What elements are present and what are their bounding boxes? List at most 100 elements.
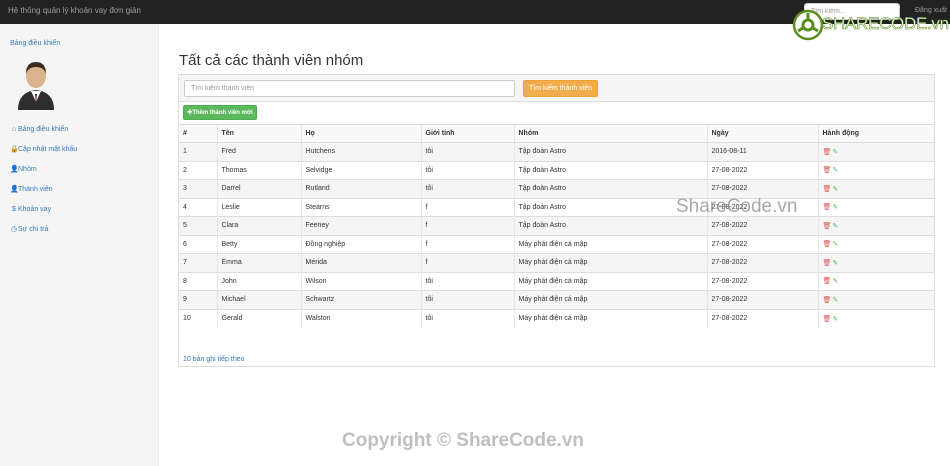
- table-row: 7 Emma Mérida f Máy phát điện cá mập 27-08-20…: [179, 253, 934, 272]
- cell-last-name: Đồng nghiệp: [300, 234, 421, 254]
- edit-icon[interactable]: ✎: [832, 259, 838, 267]
- sidebar-item-label: Cập nhật mật khẩu: [18, 145, 78, 153]
- sidebar-item-label: Khoản vay: [18, 205, 52, 213]
- cell-group: Máy phát điện cá mập: [513, 290, 707, 309]
- cell-first-name: Gerald: [216, 308, 301, 328]
- cell-first-name: Thomas: [216, 160, 301, 180]
- delete-icon[interactable]: 🗑: [823, 148, 832, 156]
- delete-icon[interactable]: 🗑: [823, 185, 832, 193]
- cell-actions: 🗑✎: [817, 253, 934, 272]
- edit-icon[interactable]: ✎: [832, 240, 838, 248]
- table-row: 10 Gerald Walston tôi Máy phát điện cá mập 27…: [179, 308, 934, 328]
- cell-group: Máy phát điện cá mập: [513, 234, 707, 254]
- cell-gender: tôi: [420, 290, 514, 309]
- sidebar: Bảng điều khiển ⌂ Bảng điều khiển 🔒 Cập nh…: [0, 24, 159, 466]
- app-brand-link[interactable]: Hệ thống quản lý khoản vay đơn giản: [8, 6, 141, 15]
- members-panel: Tìm kiếm thành viên ✚Thêm thành viên mới…: [178, 74, 935, 367]
- cell-last-name: Walston: [300, 308, 421, 328]
- cell-gender: f: [420, 197, 514, 217]
- delete-icon[interactable]: 🗑: [823, 222, 832, 230]
- cell-first-name: Darrel: [216, 179, 301, 198]
- cell-last-name: Stearns: [300, 197, 421, 217]
- member-search-input[interactable]: [184, 80, 515, 97]
- cell-number: 3: [179, 179, 217, 198]
- sidebar-item-password[interactable]: 🔒 Cập nhật mật khẩu: [10, 139, 77, 159]
- cell-date: 27-08-2022: [706, 234, 818, 254]
- edit-icon[interactable]: ✎: [832, 315, 838, 323]
- sidebar-menu: ⌂ Bảng điều khiển 🔒 Cập nhật mật khẩu 👤 Nhó…: [10, 119, 77, 239]
- column-header-group: Nhóm: [513, 124, 707, 143]
- cell-number: 4: [179, 197, 217, 217]
- table-row: 2 Thomas Selvidge tôi Tập đoàn Astro 27-08-20…: [179, 160, 934, 180]
- sidebar-item-loans[interactable]: $ Khoản vay: [10, 199, 77, 219]
- sidebar-item-label: Nhóm: [18, 165, 37, 173]
- search-members-button[interactable]: Tìm kiếm thành viên: [523, 80, 598, 97]
- cell-number: 8: [179, 271, 217, 291]
- column-header-number: #: [179, 124, 217, 143]
- delete-icon[interactable]: 🗑: [823, 166, 832, 174]
- cell-actions: 🗑✎: [817, 142, 934, 161]
- edit-icon[interactable]: ✎: [832, 185, 838, 193]
- next-records-link[interactable]: 10 bản ghi tiếp theo: [183, 356, 245, 363]
- cell-gender: tôi: [420, 179, 514, 198]
- cell-group: Máy phát điện cá mập: [513, 253, 707, 272]
- edit-icon[interactable]: ✎: [832, 148, 838, 156]
- lock-icon: 🔒: [10, 146, 19, 153]
- delete-icon[interactable]: 🗑: [823, 259, 832, 267]
- sidebar-item-groups[interactable]: 👤 Nhóm: [10, 159, 77, 179]
- cell-number: 2: [179, 160, 217, 180]
- cell-last-name: Schwartz: [300, 290, 421, 309]
- edit-icon[interactable]: ✎: [832, 222, 838, 230]
- sidebar-title[interactable]: Bảng điều khiển: [10, 40, 60, 47]
- cell-gender: tôi: [420, 160, 514, 180]
- delete-icon[interactable]: 🗑: [823, 240, 832, 248]
- cell-number: 10: [179, 308, 217, 328]
- sidebar-item-payments[interactable]: ◷ Sự chi trả: [10, 219, 77, 239]
- cell-number: 5: [179, 216, 217, 235]
- table-row: 9 Michael Schwartz tôi Máy phát điện cá mập 2…: [179, 290, 934, 309]
- cell-first-name: Leslie: [216, 197, 301, 217]
- cell-gender: tôi: [420, 308, 514, 328]
- cell-actions: 🗑✎: [817, 179, 934, 198]
- delete-icon[interactable]: 🗑: [823, 277, 832, 285]
- cell-date: 27-08-2022: [706, 216, 818, 235]
- delete-icon[interactable]: 🗑: [823, 203, 832, 211]
- panel-header: Tìm kiếm thành viên: [179, 75, 934, 102]
- edit-icon[interactable]: ✎: [832, 203, 838, 211]
- cell-actions: 🗑✎: [817, 234, 934, 254]
- delete-icon[interactable]: 🗑: [823, 296, 832, 304]
- cell-first-name: Betty: [216, 234, 301, 254]
- cell-last-name: Feeney: [300, 216, 421, 235]
- clock-icon: ◷: [10, 226, 18, 233]
- table-row: 5 Clara Feeney f Tập đoàn Astro 27-08-2022 🗑✎: [179, 216, 934, 235]
- table-row: 1 Fred Hutchens tôi Tập đoàn Astro 2016-08-11…: [179, 142, 934, 161]
- cell-last-name: Selvidge: [300, 160, 421, 180]
- cell-gender: f: [420, 253, 514, 272]
- table-row: 3 Darrel Rutland tôi Tập đoàn Astro 27-08-202…: [179, 179, 934, 198]
- cell-group: Máy phát điện cá mập: [513, 271, 707, 291]
- edit-icon[interactable]: ✎: [832, 166, 838, 174]
- cell-actions: 🗑✎: [817, 271, 934, 291]
- main-content: Tất cả các thành viên nhóm Tìm kiếm thàn…: [159, 24, 950, 466]
- cell-last-name: Hutchens: [300, 142, 421, 161]
- sidebar-item-members[interactable]: 👤 Thành viên: [10, 179, 77, 199]
- edit-icon[interactable]: ✎: [832, 296, 838, 304]
- edit-icon[interactable]: ✎: [832, 277, 838, 285]
- cell-number: 6: [179, 234, 217, 254]
- sidebar-item-dashboard[interactable]: ⌂ Bảng điều khiển: [10, 119, 77, 139]
- add-member-button[interactable]: ✚Thêm thành viên mới: [183, 105, 257, 120]
- delete-icon[interactable]: 🗑: [823, 315, 832, 323]
- page-title: Tất cả các thành viên nhóm: [179, 52, 364, 69]
- cell-first-name: Michael: [216, 290, 301, 309]
- cell-actions: 🗑✎: [817, 308, 934, 328]
- user-avatar: [18, 62, 54, 110]
- cell-first-name: Clara: [216, 216, 301, 235]
- cell-number: 9: [179, 290, 217, 309]
- table-row: 8 John Wilson tôi Máy phát điện cá mập 27-08-…: [179, 271, 934, 291]
- user-icon: 👤: [10, 186, 19, 193]
- members-table: # Tên Họ Giới tính Nhóm Ngày Hành động 1…: [179, 124, 934, 328]
- column-header-date: Ngày: [706, 124, 818, 143]
- cell-gender: tôi: [420, 142, 514, 161]
- cell-actions: 🗑✎: [817, 290, 934, 309]
- cell-actions: 🗑✎: [817, 197, 934, 217]
